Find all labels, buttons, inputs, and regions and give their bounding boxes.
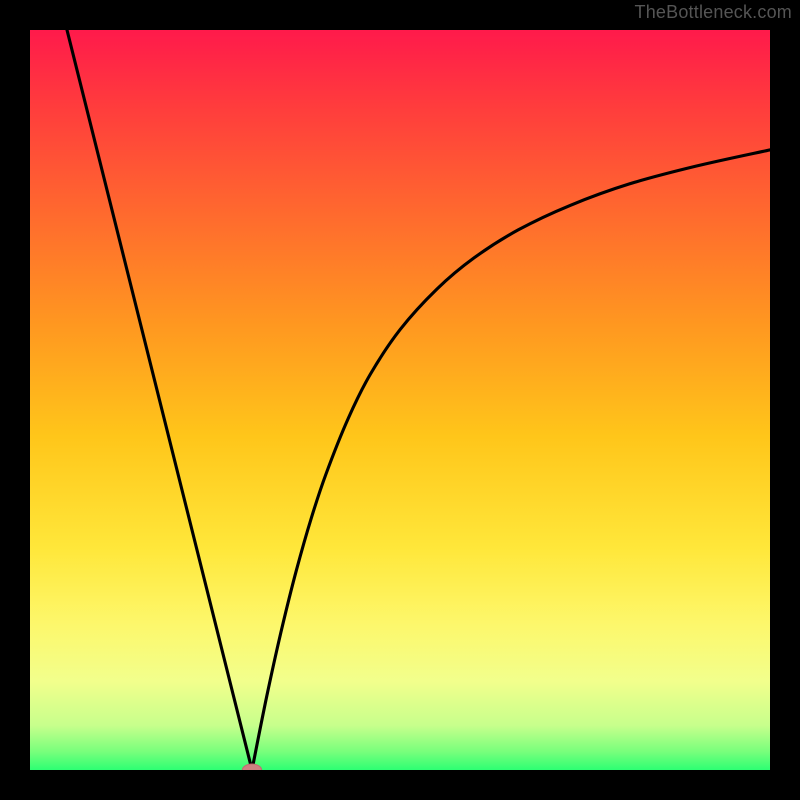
plot-area xyxy=(30,30,770,770)
chart-frame: TheBottleneck.com xyxy=(0,0,800,800)
chart-svg xyxy=(30,30,770,770)
watermark-text: TheBottleneck.com xyxy=(635,2,792,23)
gradient-background xyxy=(30,30,770,770)
